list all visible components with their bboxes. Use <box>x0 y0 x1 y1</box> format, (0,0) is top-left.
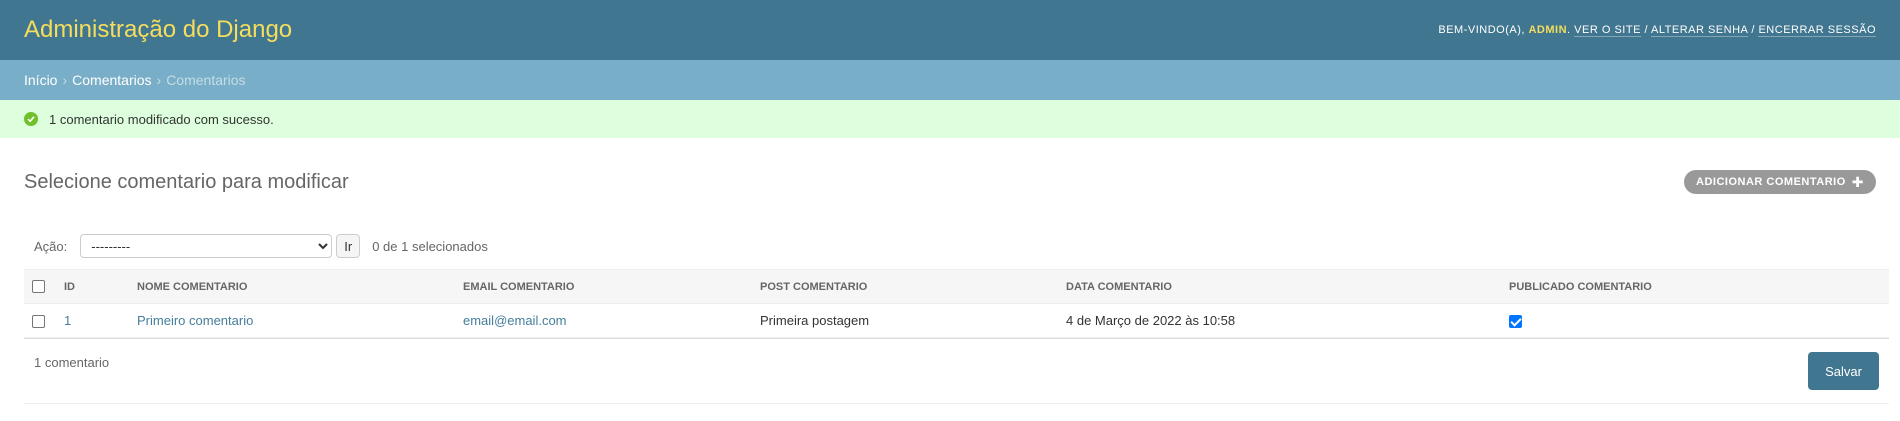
breadcrumb-home[interactable]: Início <box>24 72 57 88</box>
column-header-id[interactable]: ID <box>56 269 129 304</box>
site-title[interactable]: Administração do Django <box>24 16 292 44</box>
separator: / <box>1644 24 1649 36</box>
row-id-link[interactable]: 1 <box>64 313 71 328</box>
breadcrumb: Início › Comentarios › Comentarios <box>0 60 1900 100</box>
column-header-data[interactable]: Data comentario <box>1058 269 1501 304</box>
success-message: 1 comentario modificado com sucesso. <box>0 100 1900 138</box>
cell-publicado <box>1501 303 1889 338</box>
change-password-link[interactable]: Alterar senha <box>1651 24 1748 37</box>
action-select[interactable]: --------- <box>80 234 333 258</box>
save-button[interactable]: Salvar <box>1808 352 1879 390</box>
header: Administração do Django Bem-vindo(a), ad… <box>0 0 1900 60</box>
row-nome-link[interactable]: Primeiro comentario <box>137 313 253 328</box>
breadcrumb-app[interactable]: Comentarios <box>72 72 151 88</box>
column-header-publicado[interactable]: Publicado comentario <box>1501 269 1889 304</box>
cell-id: 1 <box>56 303 129 338</box>
logout-link[interactable]: Encerrar sessão <box>1758 24 1876 37</box>
table-row: 1 Primeiro comentario email@email.com Pr… <box>24 303 1889 338</box>
view-site-link[interactable]: Ver o site <box>1574 24 1641 37</box>
publicado-checkbox[interactable] <box>1509 315 1522 329</box>
user-tools: Bem-vindo(a), admin. Ver o site / Altera… <box>1438 24 1876 37</box>
username: admin <box>1528 24 1568 36</box>
breadcrumb-separator: › <box>62 72 68 88</box>
separator: / <box>1751 24 1755 36</box>
cell-email: email@email.com <box>455 303 752 338</box>
result-count: 1 comentario <box>34 355 110 370</box>
table-body: 1 Primeiro comentario email@email.com Pr… <box>24 303 1889 338</box>
go-button[interactable]: Ir <box>336 234 361 258</box>
action-label: Ação: <box>34 238 68 254</box>
row-select-checkbox[interactable] <box>32 315 45 329</box>
results-table: ID Nome comentario Email comentario Post… <box>24 269 1889 338</box>
table-head: ID Nome comentario Email comentario Post… <box>24 269 1889 304</box>
column-header-nome[interactable]: Nome comentario <box>129 269 455 304</box>
cell-data: 4 de Março de 2022 às 10:58 <box>1058 303 1501 338</box>
select-all-cell <box>24 269 56 304</box>
content: Selecione comentario para modificar Adic… <box>0 138 1900 404</box>
select-all-checkbox[interactable] <box>32 280 45 293</box>
message-text: 1 comentario modificado com sucesso. <box>49 111 274 127</box>
add-comment-button[interactable]: Adicionar comentario ✚ <box>1684 170 1876 194</box>
paginator: 1 comentario Salvar <box>24 338 1889 404</box>
table-header-row: ID Nome comentario Email comentario Post… <box>24 269 1889 304</box>
row-select-cell <box>24 303 56 338</box>
actions-bar: Ação: --------- Ir 0 de 1 selecionados <box>24 226 1876 266</box>
row-email-link[interactable]: email@email.com <box>463 313 567 328</box>
cell-nome: Primeiro comentario <box>129 303 455 338</box>
selection-counter: 0 de 1 selecionados <box>372 238 488 254</box>
page-title: Selecione comentario para modificar <box>24 170 349 193</box>
content-head: Selecione comentario para modificar Adic… <box>24 138 1876 226</box>
breadcrumb-current: Comentarios <box>166 72 246 88</box>
column-header-email[interactable]: Email comentario <box>455 269 752 304</box>
cell-post: Primeira postagem <box>752 303 1058 338</box>
plus-icon: ✚ <box>1851 174 1864 190</box>
add-button-label: Adicionar comentario <box>1696 176 1846 188</box>
breadcrumb-separator: › <box>156 72 162 88</box>
welcome-text: Bem-vindo(a), <box>1438 24 1525 36</box>
check-circle-icon <box>24 112 38 126</box>
column-header-post[interactable]: Post comentario <box>752 269 1058 304</box>
